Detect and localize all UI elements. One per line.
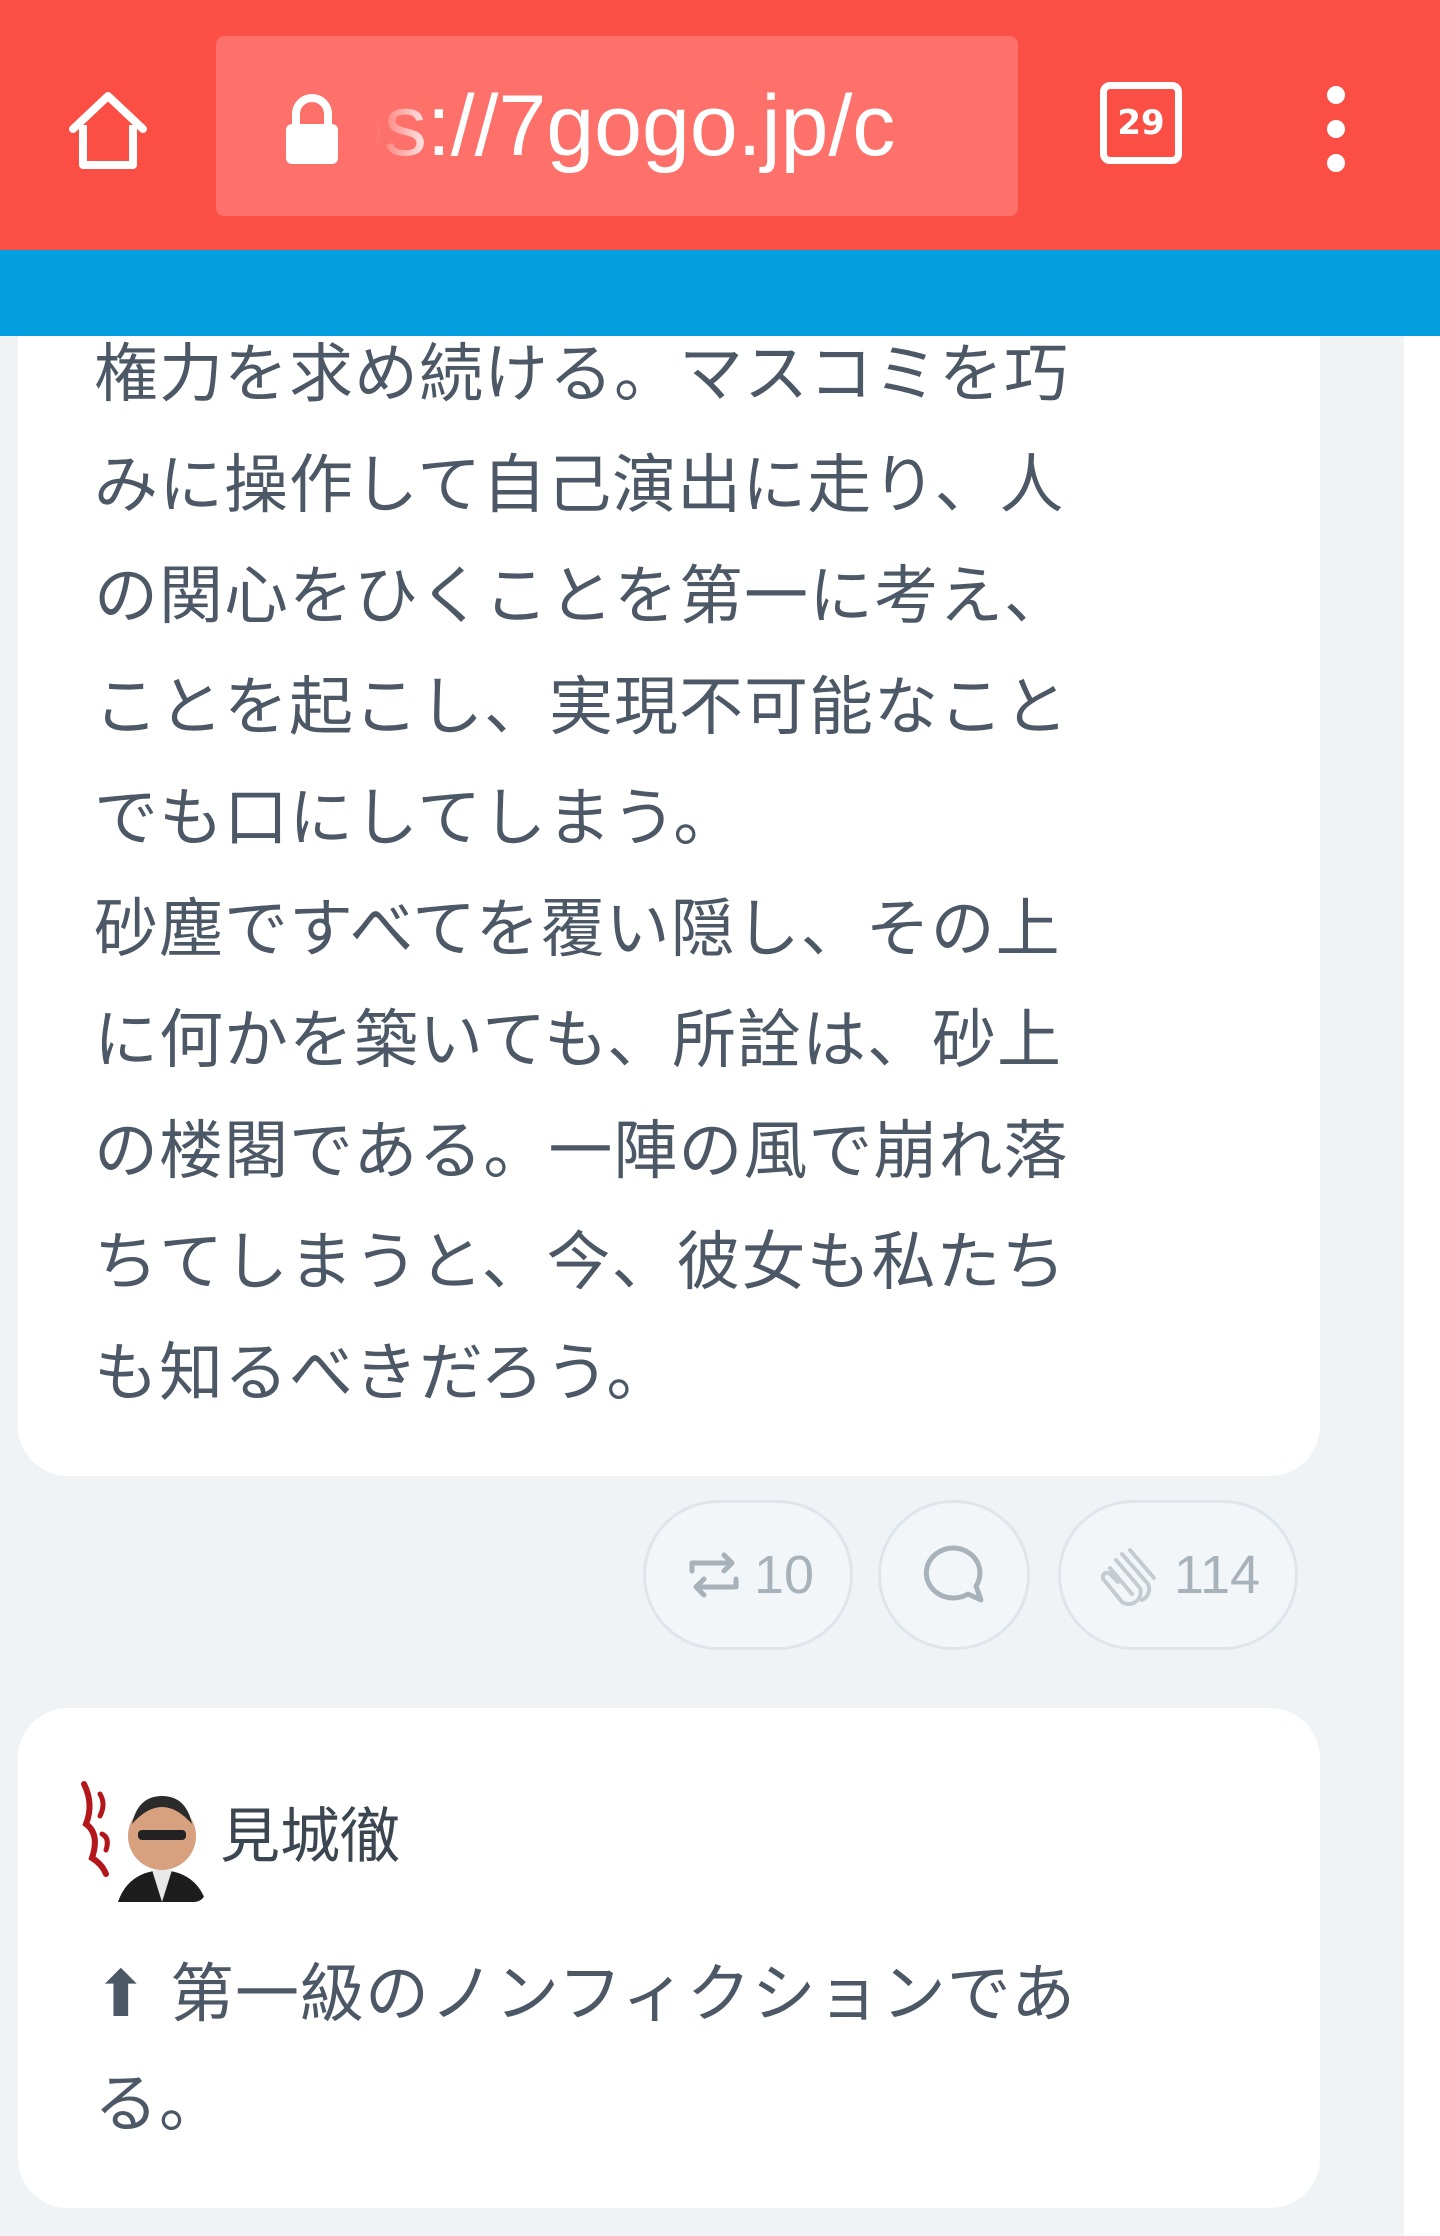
author-avatar[interactable] [78,1774,206,1902]
clap-icon [1100,1548,1156,1606]
repost-count: 10 [753,1545,815,1605]
comment-icon [923,1545,984,1603]
clap-count: 114 [1173,1545,1261,1605]
tab-switcher-button[interactable]: 29 [1100,82,1182,164]
repost-button[interactable]: 10 [643,1500,853,1650]
menu-dot-icon [1327,120,1345,138]
site-header-bar-overlay [0,250,1440,336]
address-bar[interactable]: os://7gogo.jp/c [216,36,1018,216]
avatar-image [78,1774,206,1902]
overflow-menu-button[interactable] [1306,86,1366,172]
post-card: 権力を求め続ける。マスコミを巧 みに操作して自己演出に走り、人 の関心をひくこと… [18,250,1320,1476]
url-value: os://7gogo.jp/c [376,78,896,174]
post-body-text: 権力を求め続ける。マスコミを巧 みに操作して自己演出に走り、人 の関心をひくこと… [94,338,1069,1411]
menu-dot-icon [1327,86,1345,104]
clap-button[interactable]: 114 [1058,1500,1298,1650]
page-right-gutter [1404,336,1440,2236]
author-name[interactable]: 見城徹 [220,1788,400,1875]
browser-toolbar: os://7gogo.jp/c 29 [0,0,1440,250]
post-actions: 10 114 [0,1500,1440,1650]
reply-button[interactable] [878,1500,1030,1650]
menu-dot-icon [1327,154,1345,172]
home-icon [69,92,147,169]
home-button[interactable] [60,82,156,178]
repost-icon [689,1552,739,1598]
post-body-text: ⬆ 第一級のノンフィクションであ る。 [94,1958,1077,2142]
post-card: 見城徹 ⬆ 第一級のノンフィクションであ る。 [18,1708,1320,2208]
url-text: os://7gogo.jp/c [376,66,994,186]
lock-icon [286,94,338,164]
